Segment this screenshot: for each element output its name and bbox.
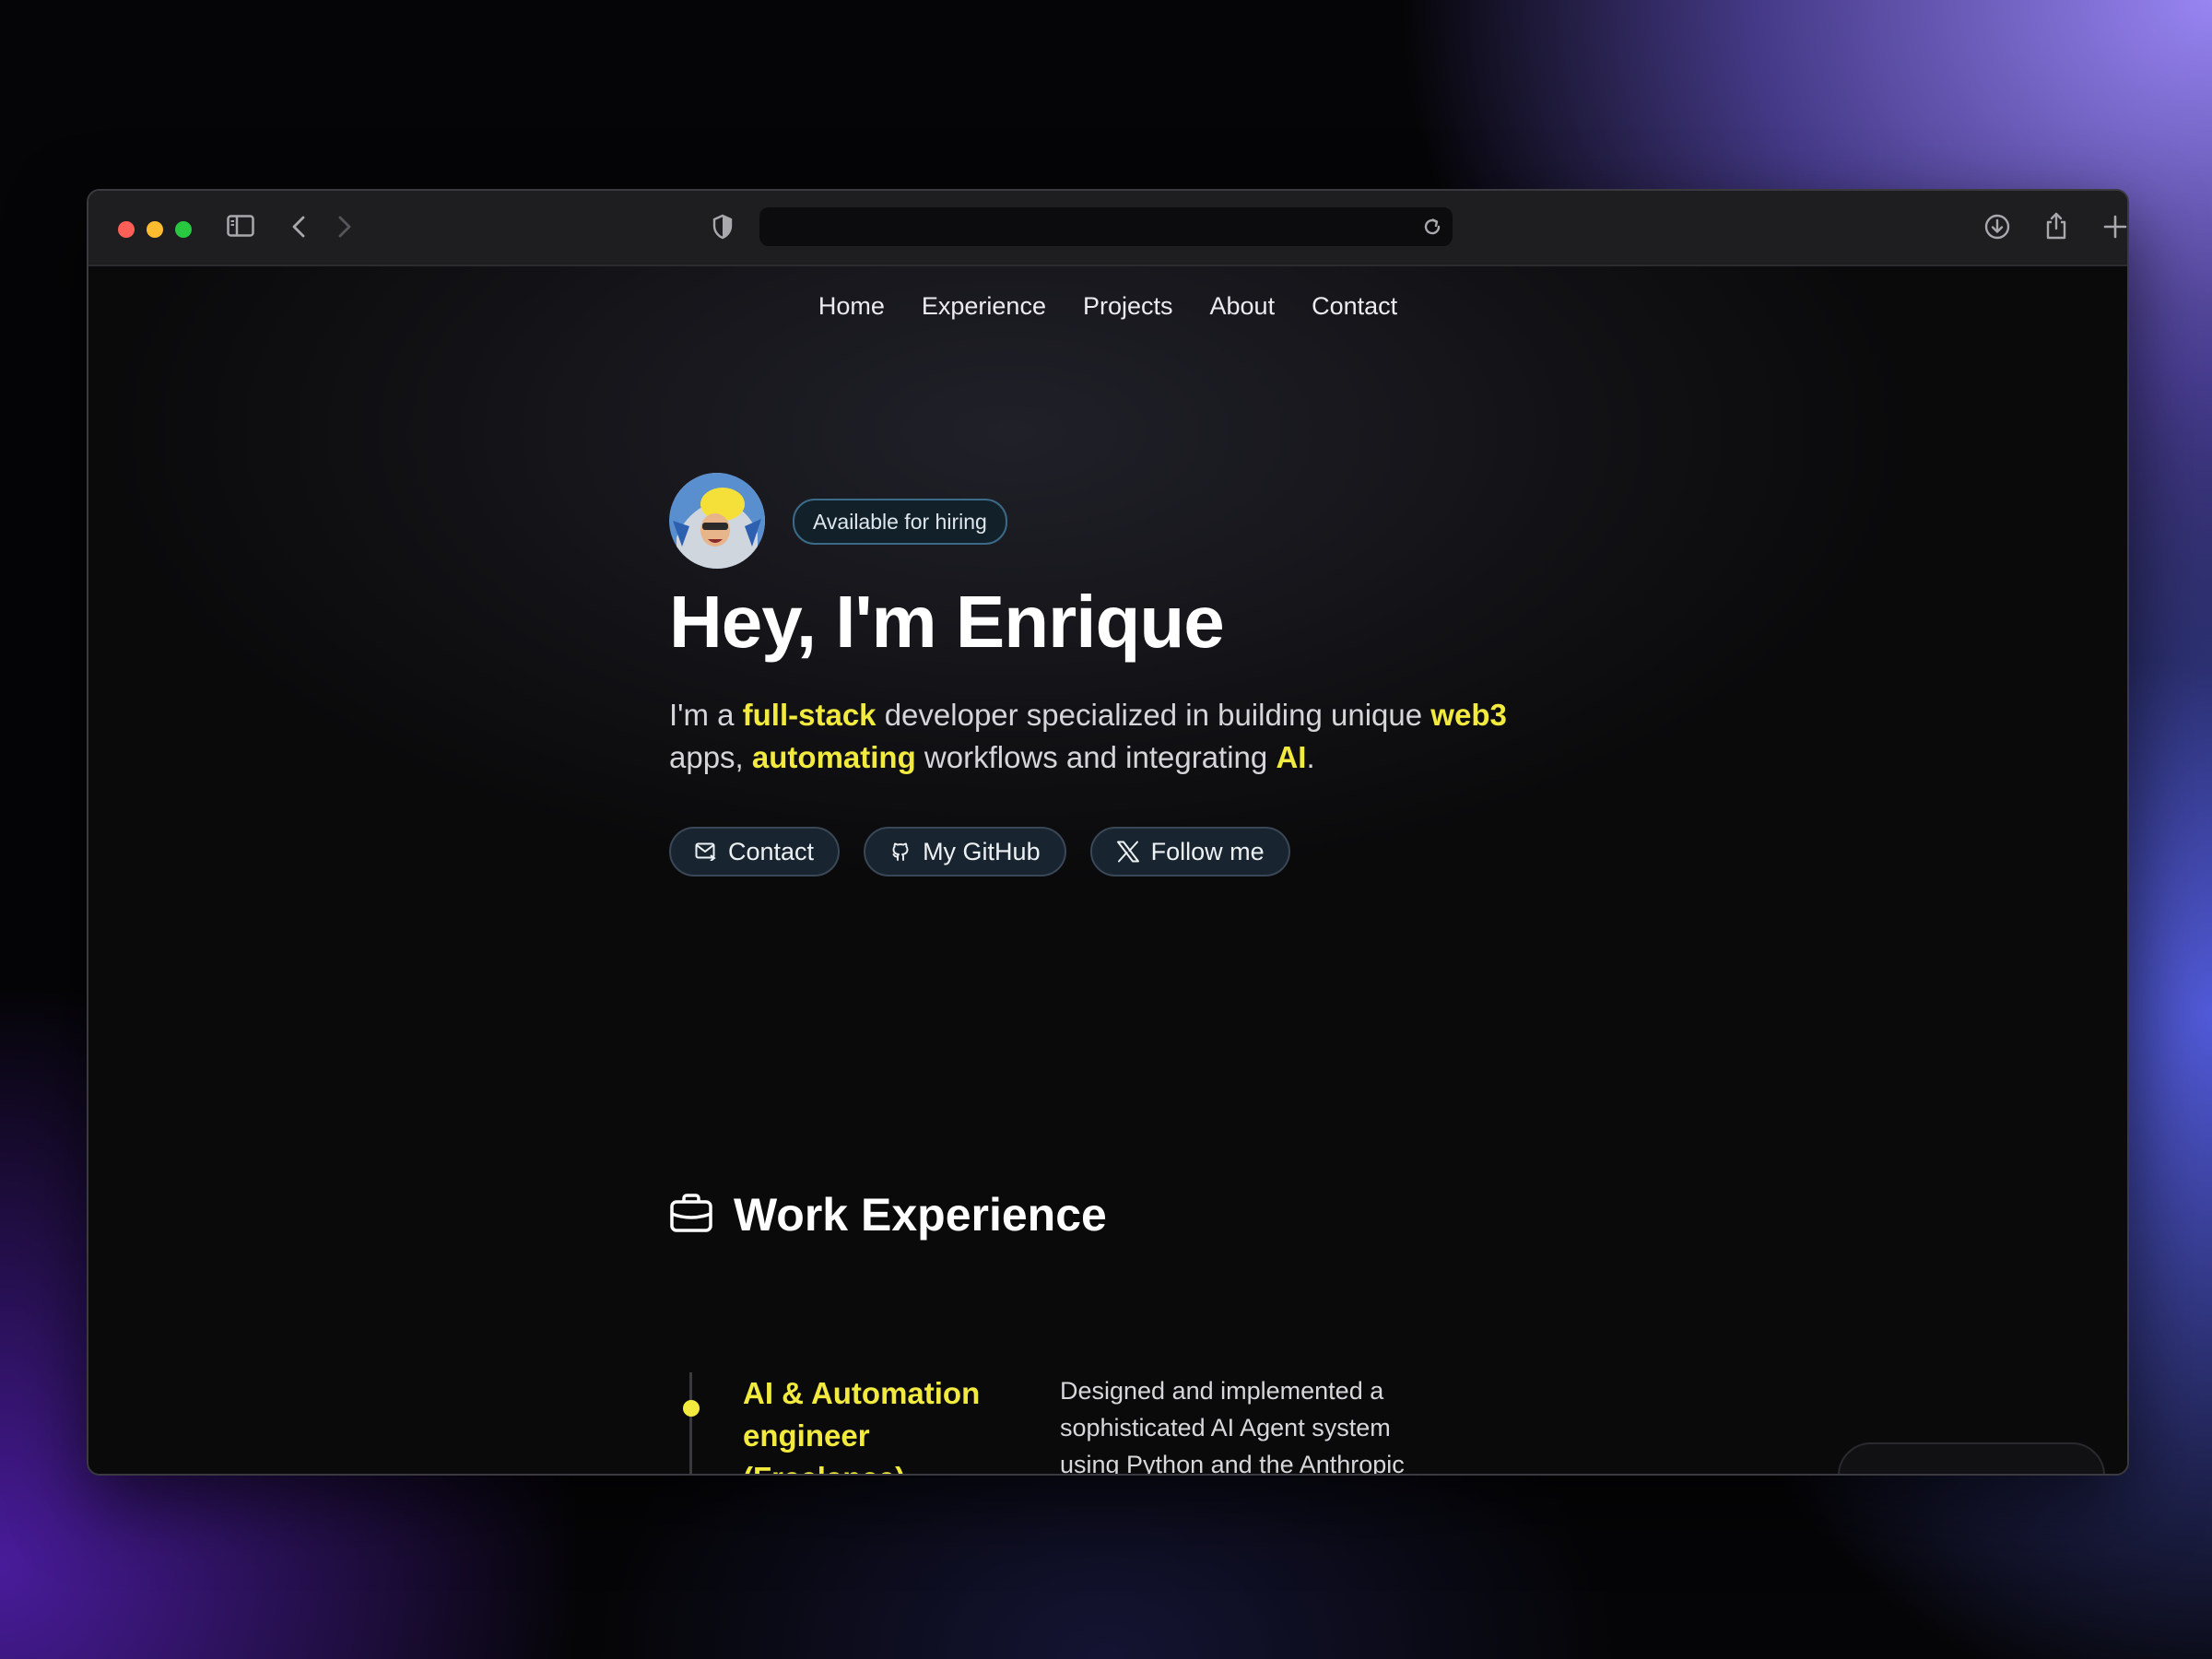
- section-title: Work Experience: [734, 1189, 1107, 1241]
- forward-icon[interactable]: [337, 215, 352, 239]
- reload-icon[interactable]: [1421, 216, 1443, 242]
- timeline-line: [689, 1372, 692, 1474]
- page-viewport: Home Experience Projects About Contact A…: [88, 266, 2127, 1474]
- new-tab-icon[interactable]: [2103, 215, 2127, 239]
- nav-home[interactable]: Home: [818, 292, 885, 321]
- mail-icon: [695, 842, 717, 861]
- privacy-shield-icon[interactable]: [712, 214, 734, 240]
- follow-button[interactable]: Follow me: [1089, 827, 1290, 877]
- address-bar[interactable]: [759, 207, 1453, 246]
- intro-text-part: I'm a: [669, 698, 743, 732]
- experience-role: AI & Automation engineer (Freelance): [743, 1376, 981, 1474]
- sidebar-toggle-icon[interactable]: [227, 215, 254, 237]
- github-icon: [889, 841, 912, 863]
- github-button[interactable]: My GitHub: [864, 827, 1066, 877]
- nav-experience[interactable]: Experience: [922, 292, 1046, 321]
- avatar: [669, 473, 765, 569]
- nav-about[interactable]: About: [1210, 292, 1276, 321]
- browser-toolbar: [88, 191, 2127, 266]
- floating-toolbar[interactable]: [1838, 1442, 2105, 1474]
- briefcase-icon: [669, 1192, 713, 1239]
- x-logo-icon: [1116, 841, 1140, 863]
- hero-actions: Contact My GitHub Follow me: [669, 827, 1290, 877]
- nav-projects[interactable]: Projects: [1083, 292, 1173, 321]
- back-icon[interactable]: [291, 215, 306, 239]
- status-badge: Available for hiring: [793, 499, 1007, 545]
- experience-description: Designed and implemented a sophisticated…: [1060, 1377, 1405, 1474]
- experience-section-header: Work Experience: [669, 1188, 1107, 1241]
- highlight-ai: AI: [1276, 740, 1307, 774]
- highlight-web3: web3: [1430, 698, 1507, 732]
- minimize-window-button[interactable]: [147, 221, 163, 238]
- intro-text-part: developer specialized in building unique: [876, 698, 1431, 732]
- intro-text-part: .: [1306, 740, 1315, 774]
- main-nav: Home Experience Projects About Contact: [88, 292, 2127, 321]
- highlight-automating: automating: [751, 740, 916, 774]
- share-icon[interactable]: [2044, 211, 2068, 241]
- intro-text-part: workflows and integrating: [915, 740, 1277, 774]
- browser-window: Home Experience Projects About Contact A…: [87, 189, 2129, 1476]
- follow-button-label: Follow me: [1150, 837, 1265, 865]
- page-title: Hey, I'm Enrique: [669, 581, 1225, 663]
- intro-text: I'm a full-stack developer specialized i…: [669, 694, 1572, 779]
- intro-text-part: apps,: [669, 740, 752, 774]
- timeline-dot: [683, 1400, 700, 1417]
- maximize-window-button[interactable]: [175, 221, 192, 238]
- github-button-label: My GitHub: [923, 837, 1041, 865]
- contact-button-label: Contact: [728, 837, 815, 865]
- highlight-full-stack: full-stack: [742, 698, 877, 732]
- downloads-icon[interactable]: [1983, 213, 2011, 241]
- contact-button[interactable]: Contact: [669, 827, 841, 877]
- nav-contact[interactable]: Contact: [1312, 292, 1397, 321]
- close-window-button[interactable]: [118, 221, 135, 238]
